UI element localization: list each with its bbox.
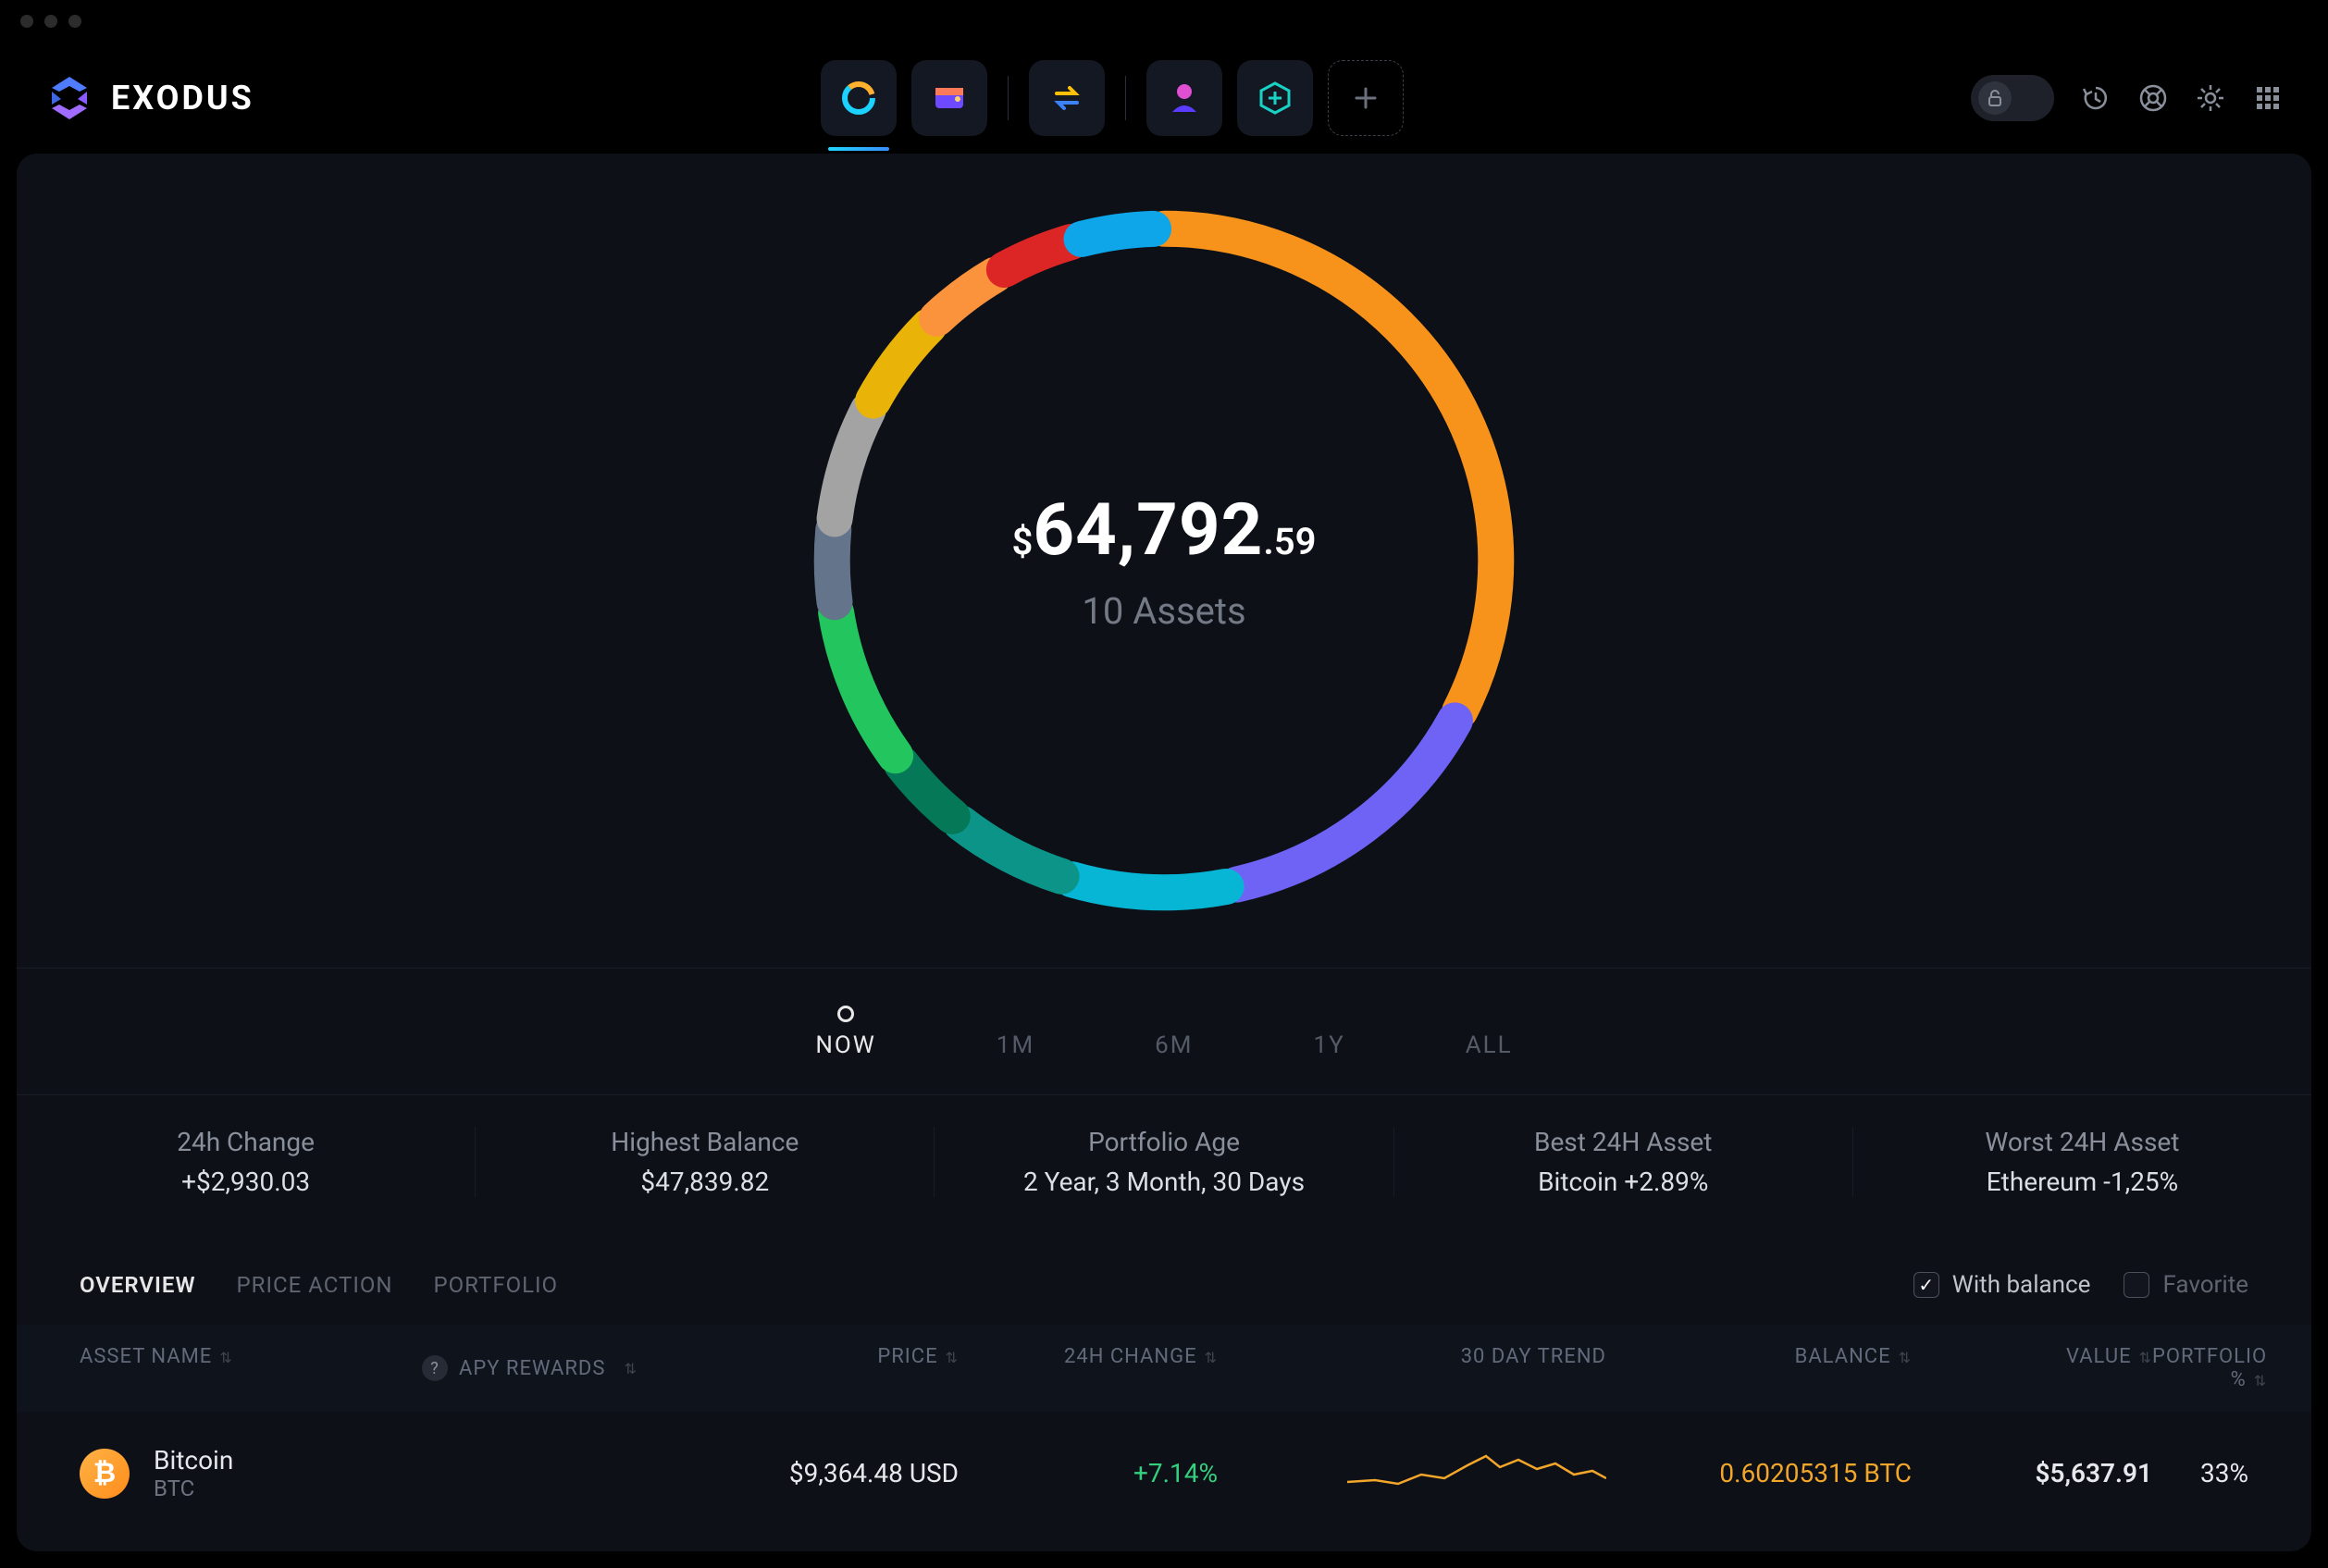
stats-row: 24h Change+$2,930.03Highest Balance$47,8… bbox=[17, 1095, 2311, 1228]
nav-center bbox=[821, 60, 1404, 136]
asset-badge-icon: ₿ bbox=[80, 1449, 130, 1499]
filter-with-balance-label: With balance bbox=[1952, 1271, 2091, 1299]
timeframe-6m[interactable]: 6M bbox=[1155, 1006, 1193, 1059]
table-header: ASSET NAME⇅ ?APY REWARDS⇅ PRICE⇅ 24H CHA… bbox=[17, 1325, 2311, 1412]
plus-icon bbox=[1353, 85, 1379, 111]
wallet-icon bbox=[930, 79, 969, 117]
filter-with-balance[interactable]: With balance bbox=[1913, 1271, 2091, 1299]
app-logo: EXODUS bbox=[44, 73, 254, 123]
timeframe-1m[interactable]: 1M bbox=[997, 1006, 1034, 1059]
nav-apps[interactable] bbox=[1237, 60, 1313, 136]
stat-0: 24h Change+$2,930.03 bbox=[17, 1127, 476, 1197]
checkbox-checked-icon bbox=[1913, 1272, 1939, 1298]
filter-favorite-label: Favorite bbox=[2162, 1271, 2248, 1299]
apps-grid-icon[interactable] bbox=[2252, 82, 2284, 114]
col-change[interactable]: 24H CHANGE⇅ bbox=[959, 1345, 1218, 1391]
nav-profile[interactable] bbox=[1146, 60, 1222, 136]
exodus-logo-icon bbox=[44, 73, 94, 123]
stat-3: Best 24H AssetBitcoin +2.89% bbox=[1394, 1127, 1853, 1197]
timeframe-now[interactable]: NOW bbox=[815, 1006, 876, 1059]
sparkline-icon bbox=[1347, 1447, 1606, 1493]
swap-icon bbox=[1047, 79, 1086, 117]
window-titlebar bbox=[0, 0, 2328, 43]
balance-integer: 64,792 bbox=[1033, 488, 1263, 573]
table-tab-price-action[interactable]: PRICE ACTION bbox=[237, 1272, 393, 1298]
window-minimize-dot[interactable] bbox=[44, 15, 57, 28]
table-tab-overview[interactable]: OVERVIEW bbox=[80, 1272, 196, 1298]
asset-row-btc[interactable]: ₿BitcoinBTC$9,364.48 USD+7.14%0.60205315… bbox=[17, 1412, 2311, 1535]
nav-add-button[interactable] bbox=[1328, 60, 1404, 136]
table-tabs: OVERVIEW PRICE ACTION PORTFOLIO bbox=[80, 1272, 558, 1298]
window-close-dot[interactable] bbox=[20, 15, 33, 28]
table-body: ₿BitcoinBTC$9,364.48 USD+7.14%0.60205315… bbox=[17, 1412, 2311, 1535]
app-header: EXODUS bbox=[0, 43, 2328, 154]
app-name: EXODUS bbox=[111, 79, 254, 117]
support-icon[interactable] bbox=[2137, 82, 2169, 114]
table-control-bar: OVERVIEW PRICE ACTION PORTFOLIO With balan… bbox=[17, 1228, 2311, 1325]
stat-4: Worst 24H AssetEthereum -1,25% bbox=[1853, 1127, 2311, 1197]
nav-divider bbox=[1125, 76, 1126, 120]
col-pct[interactable]: PORTFOLIO %⇅ bbox=[2152, 1345, 2267, 1391]
col-apy[interactable]: ?APY REWARDS⇅ bbox=[422, 1345, 681, 1391]
portfolio-donut-area: $ 64,792 .59 10 Assets bbox=[17, 154, 2311, 968]
timeframe-all[interactable]: ALL bbox=[1466, 1006, 1513, 1059]
balance-symbol: $ bbox=[1012, 520, 1034, 563]
table-tab-portfolio[interactable]: PORTFOLIO bbox=[434, 1272, 559, 1298]
stat-2: Portfolio Age2 Year, 3 Month, 30 Days bbox=[935, 1127, 1393, 1197]
lock-toggle[interactable] bbox=[1971, 75, 2054, 121]
col-trend: 30 DAY TREND bbox=[1218, 1345, 1606, 1391]
filter-favorite[interactable]: Favorite bbox=[2124, 1271, 2248, 1299]
timeframe-row: NOW 1M 6M 1Y ALL bbox=[17, 968, 2311, 1095]
checkbox-unchecked-icon bbox=[2124, 1272, 2149, 1298]
nav-exchange[interactable] bbox=[1029, 60, 1105, 136]
stat-1: Highest Balance$47,839.82 bbox=[476, 1127, 935, 1197]
col-value[interactable]: VALUE⇅ bbox=[1912, 1345, 2152, 1391]
portfolio-balance: $ 64,792 .59 bbox=[1012, 488, 1317, 573]
col-balance[interactable]: BALANCE⇅ bbox=[1606, 1345, 1912, 1391]
nav-portfolio[interactable] bbox=[821, 60, 897, 136]
balance-decimal: .59 bbox=[1263, 520, 1316, 563]
col-price[interactable]: PRICE⇅ bbox=[681, 1345, 959, 1391]
nav-divider bbox=[1008, 76, 1009, 120]
help-icon[interactable]: ? bbox=[422, 1355, 448, 1381]
hexagon-plus-icon bbox=[1256, 79, 1294, 117]
profile-icon bbox=[1165, 79, 1204, 117]
nav-wallet[interactable] bbox=[911, 60, 987, 136]
settings-icon[interactable] bbox=[2195, 82, 2226, 114]
history-icon[interactable] bbox=[2080, 82, 2111, 114]
donut-icon bbox=[839, 79, 878, 117]
window-zoom-dot[interactable] bbox=[68, 15, 81, 28]
assets-count: 10 Assets bbox=[1082, 589, 1245, 633]
header-right bbox=[1971, 75, 2284, 121]
timeframe-1y[interactable]: 1Y bbox=[1313, 1006, 1344, 1059]
col-asset[interactable]: ASSET NAME⇅ bbox=[80, 1345, 422, 1391]
lock-open-icon bbox=[1986, 89, 2004, 107]
